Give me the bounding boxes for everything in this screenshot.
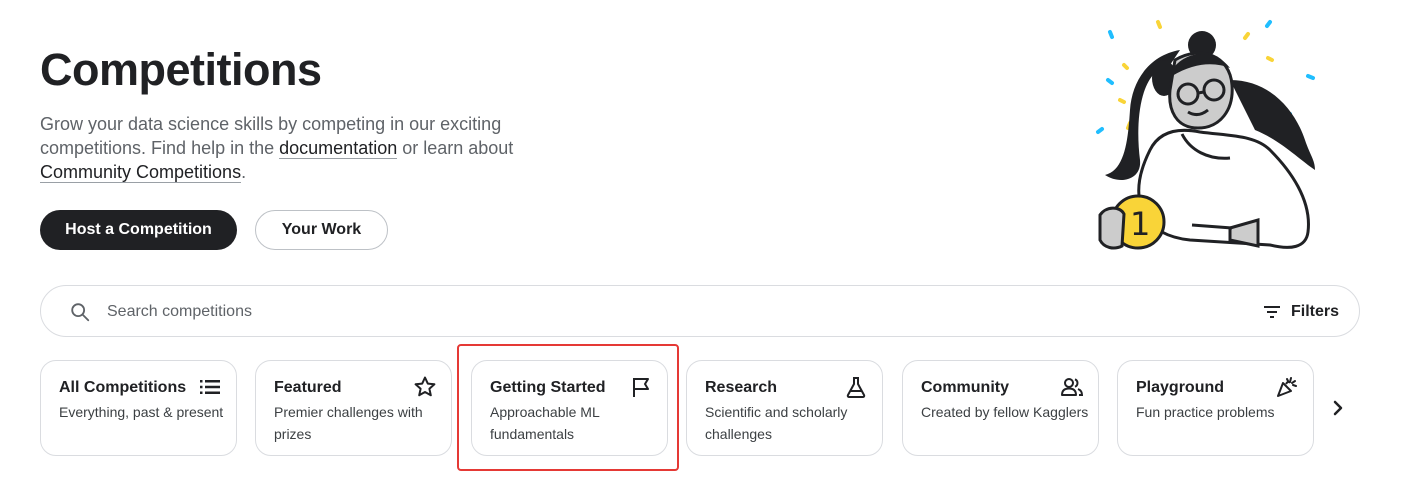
person-holding-coin-illustration: 1 [1096,20,1315,250]
flask-icon [846,377,866,398]
card-description: Fun practice problems [1136,404,1275,420]
card-title: Research [705,379,778,396]
card-title: Community [921,379,1009,396]
card-title: Featured [274,379,342,396]
search-input[interactable] [107,298,1007,326]
category-card-featured[interactable]: Featured Premier challenges with prizes [255,360,452,456]
people-icon [1061,378,1084,396]
chevron-right-icon[interactable] [1326,396,1350,420]
star-icon [414,376,436,397]
search-icon [71,303,90,322]
category-card-research[interactable]: Research Scientific and scholarly challe… [686,360,883,456]
flag-icon [633,378,649,397]
page-title: Competitions [40,44,322,95]
card-title: Playground [1136,379,1225,396]
filters-label: Filters [1290,303,1339,320]
host-competition-button[interactable]: Host a Competition [40,210,237,250]
category-card-all-competitions[interactable]: All Competitions Everything, past & pres… [40,360,237,456]
your-work-button[interactable]: Your Work [255,210,388,250]
intro-text-middle: or learn about [397,138,514,158]
card-description: Created by fellow Kagglers [921,404,1089,420]
intro-text-end: . [241,162,247,182]
community-competitions-link[interactable]: Community Competitions [40,162,242,183]
search-bar: Filters [40,285,1360,337]
coin-number: 1 [1130,205,1150,243]
category-card-community[interactable]: Community Created by fellow Kagglers [902,360,1099,456]
page-intro: Grow your data science skills by competi… [40,112,560,184]
filters-button[interactable]: Filters [1263,298,1339,326]
party-popper-icon [1277,377,1297,397]
card-description: Premier challenges with prizes [274,404,423,442]
documentation-link[interactable]: documentation [279,138,398,159]
card-title: Getting Started [490,379,606,396]
category-card-getting-started[interactable]: Getting Started Approachable ML fundamen… [471,360,668,456]
filter-icon [1263,306,1280,318]
card-title: All Competitions [59,379,187,396]
list-icon [200,380,220,394]
card-description: Everything, past & present [59,404,224,420]
card-description: Scientific and scholarly challenges [705,404,848,442]
category-card-playground[interactable]: Playground Fun practice problems [1117,360,1314,456]
card-description: Approachable ML fundamentals [490,404,600,442]
